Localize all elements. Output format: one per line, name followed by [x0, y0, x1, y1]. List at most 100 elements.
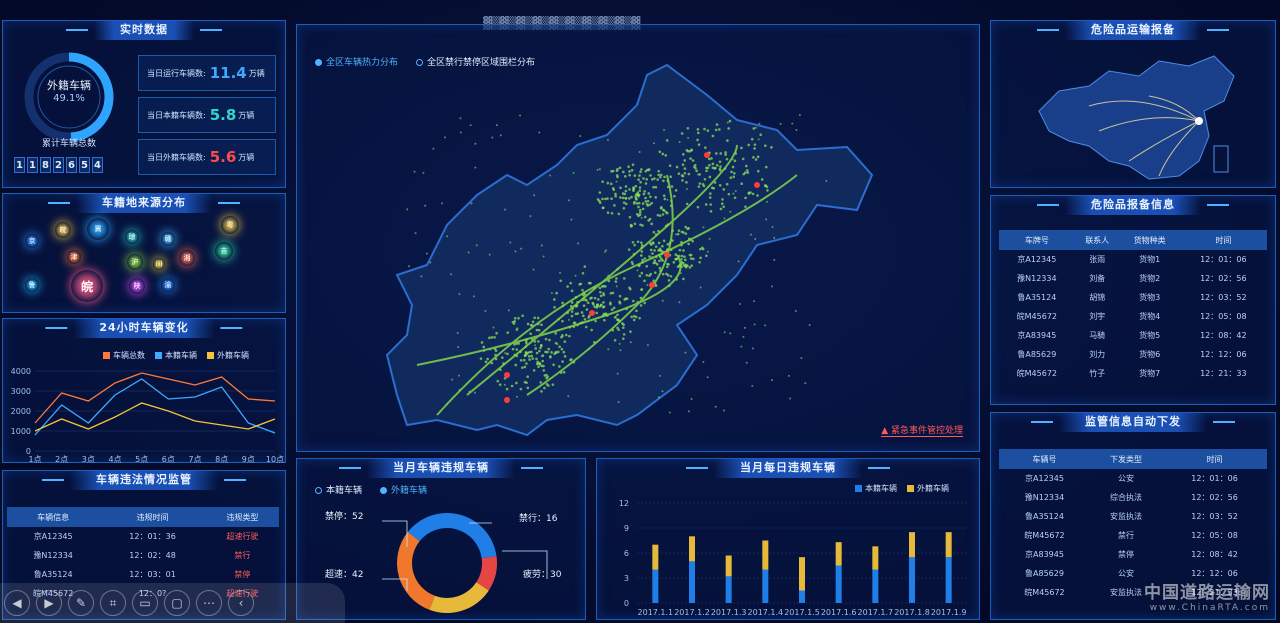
heat-dot — [773, 236, 776, 239]
violation-tab[interactable]: 外籍车辆 — [380, 486, 427, 496]
table-cell: 12：01：06 — [1191, 474, 1238, 483]
heat-dot — [751, 347, 754, 350]
heat-dot — [674, 233, 677, 236]
bar-segment — [945, 557, 952, 603]
heat-dot — [510, 384, 514, 388]
table-cell: 京A12345 — [1025, 474, 1064, 483]
heat-dot — [622, 207, 626, 210]
heat-dot — [696, 128, 700, 131]
x-tick-label: 9点 — [242, 455, 255, 464]
heat-dot — [704, 146, 707, 149]
heat-dot — [645, 178, 648, 181]
camera-icon[interactable]: ▭ — [132, 590, 158, 616]
prev-icon[interactable]: ◀ — [4, 590, 30, 616]
table-row[interactable]: 鲁A35124 胡锦 货物3 12：03：52 — [999, 288, 1267, 307]
heat-dot — [756, 155, 760, 159]
heat-dot — [526, 375, 529, 379]
violation-tab[interactable]: 本籍车辆 — [315, 486, 362, 496]
heat-dot — [701, 183, 705, 186]
heat-dot — [668, 164, 672, 167]
chat-icon[interactable]: ▢ — [164, 590, 190, 616]
heat-dot — [658, 214, 662, 217]
table-row[interactable]: 鲁A35124 12：03：01 禁停 — [7, 565, 279, 584]
table-row[interactable]: 京A83945 禁停 12：08：42 — [999, 545, 1267, 564]
heat-dot — [710, 157, 713, 160]
table-cell: 货物1 — [1139, 255, 1161, 264]
heat-dot — [408, 265, 411, 268]
table-cell: 豫N12334 — [1017, 274, 1057, 283]
heat-dot — [686, 126, 690, 130]
heat-dot — [685, 181, 688, 184]
heat-dot — [628, 286, 631, 289]
table-row[interactable]: 京A12345 张雨 货物1 12：01：06 — [999, 250, 1267, 269]
heat-dot — [702, 360, 705, 363]
heat-dot — [682, 231, 685, 234]
table-row[interactable]: 豫N12334 12：02：48 禁行 — [7, 546, 279, 565]
heat-dot — [556, 343, 559, 346]
heat-dot — [691, 159, 695, 162]
pen-icon[interactable]: ✎ — [68, 590, 94, 616]
table-row[interactable]: 豫N12334 综合执法 12：02：56 — [999, 488, 1267, 507]
heat-dot — [677, 172, 681, 175]
heat-dot — [550, 351, 553, 354]
x-tick-label: 2017.1.4 — [748, 608, 784, 617]
bar-segment — [799, 557, 805, 591]
heat-dot — [558, 345, 561, 349]
heat-dot — [662, 239, 666, 243]
heat-dot — [689, 157, 692, 160]
heat-dot — [625, 202, 628, 206]
heat-dot — [638, 316, 641, 320]
heat-dot — [656, 178, 659, 181]
table-cell: 货物2 — [1139, 274, 1161, 283]
table-row[interactable]: 鲁A85629 刘力 货物6 12：12：06 — [999, 345, 1267, 364]
heat-dot — [697, 185, 701, 188]
table-row[interactable]: 皖M45672 刘宇 货物4 12：05：08 — [999, 307, 1267, 326]
table-row[interactable]: 京A12345 12：01：36 超速行驶 — [7, 527, 279, 546]
heat-dot — [617, 401, 620, 404]
y-tick-label: 0 — [624, 599, 629, 608]
heat-dot — [539, 381, 543, 384]
table-cell: 鲁A85629 — [1025, 569, 1064, 578]
heat-dot — [640, 288, 644, 291]
counter-digit: 8 — [40, 157, 51, 173]
table-cell: 货物3 — [1139, 293, 1161, 302]
heat-dot — [543, 386, 546, 390]
table-header-cell: 联系人 — [1074, 230, 1120, 250]
table-row[interactable]: 皖M45672 竹子 货物7 12：21：33 — [999, 364, 1267, 383]
heat-dot — [627, 248, 631, 251]
more-icon[interactable]: ⋯ — [196, 590, 222, 616]
heat-dot — [560, 335, 563, 339]
heat-dot — [622, 333, 626, 336]
heat-dot — [658, 259, 661, 263]
heat-dot — [527, 355, 531, 358]
table-cell: 安监执法 — [1110, 512, 1142, 521]
heat-dot — [678, 301, 681, 304]
heat-dot — [602, 305, 606, 308]
bar-segment — [652, 544, 659, 570]
heat-dot — [495, 124, 498, 127]
table-row[interactable]: 鲁A35124 安监执法 12：03：52 — [999, 507, 1267, 526]
heat-dot — [686, 227, 690, 231]
screenshot-icon[interactable]: ⌗ — [100, 590, 126, 616]
stat-label: 当日外籍车辆数: — [147, 152, 206, 162]
heat-dot — [760, 178, 764, 181]
table-row[interactable]: 京A83945 马騎 货物5 12：08：42 — [999, 326, 1267, 345]
collapse-icon[interactable]: ‹ — [228, 590, 254, 616]
y-tick-label: 6 — [624, 549, 629, 558]
heat-dot — [684, 232, 688, 235]
table-row[interactable]: 皖M45672 禁行 12：05：08 — [999, 526, 1267, 545]
heat-dot — [535, 328, 539, 332]
heat-dot — [667, 279, 671, 282]
heat-dot — [615, 169, 619, 172]
table-row[interactable]: 豫N12334 刘备 货物2 12：02：56 — [999, 269, 1267, 288]
heat-dot — [657, 169, 660, 173]
table-row[interactable]: 京A12345 公安 12：01：06 — [999, 469, 1267, 488]
play-icon[interactable]: ▶ — [36, 590, 62, 616]
emergency-button[interactable]: ▲ 紧急事件管控处理 — [881, 423, 963, 437]
heat-dot — [581, 271, 585, 275]
table-cell: 12：12：06 — [1200, 350, 1247, 359]
heat-dot — [619, 186, 622, 190]
heat-dot — [691, 239, 694, 243]
y-tick-label: 3 — [624, 574, 629, 583]
heat-dot — [459, 117, 462, 120]
